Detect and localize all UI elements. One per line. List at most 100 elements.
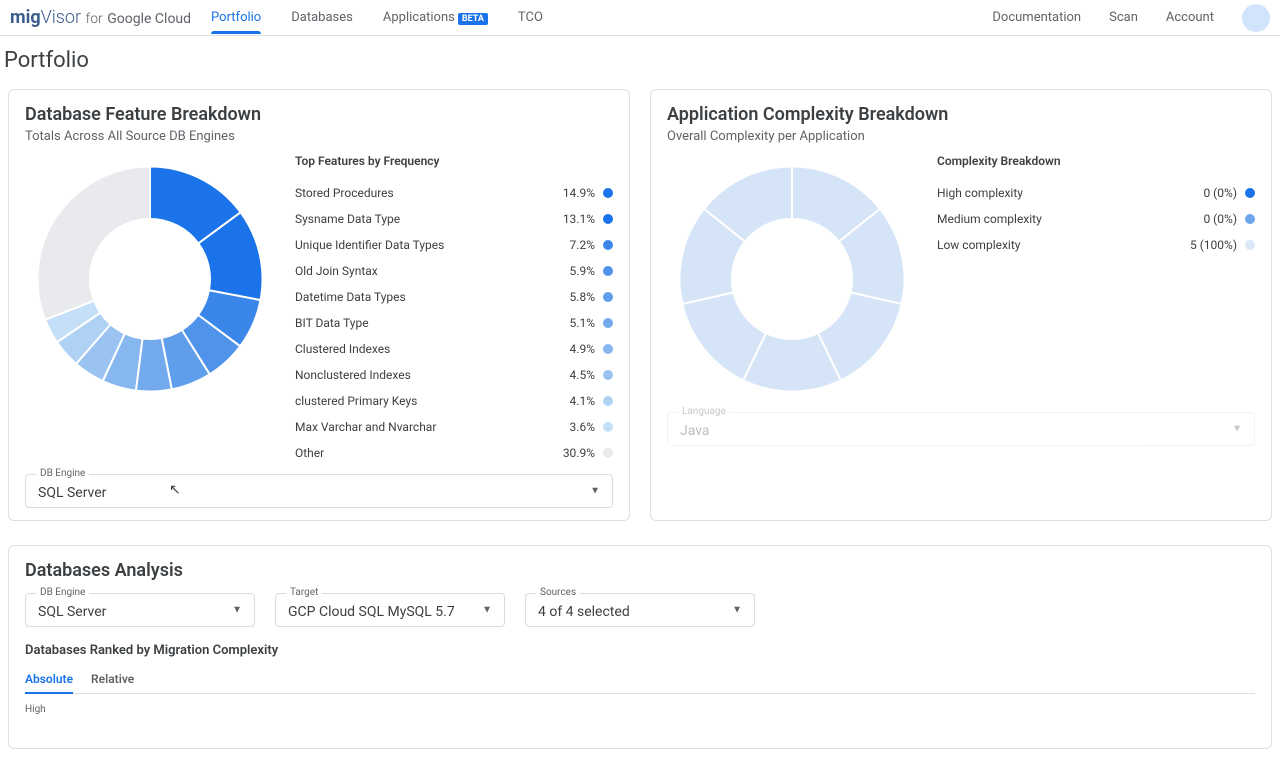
top-nav: migVisor for Google Cloud Portfolio Data…	[0, 0, 1280, 36]
tab-relative[interactable]: Relative	[91, 666, 134, 693]
filter-value: SQL Server	[38, 604, 106, 620]
logo-google: Google Cloud	[107, 11, 191, 27]
logo-mig: mig	[10, 7, 41, 28]
nav-items: Portfolio Databases ApplicationsBETA TCO	[211, 2, 543, 33]
ranked-title: Databases Ranked by Migration Complexity	[25, 643, 1255, 658]
page-title: Portfolio	[4, 48, 1272, 73]
legend-dot	[1245, 188, 1255, 198]
nav-applications-label: Applications	[383, 10, 455, 25]
legend-label: clustered Primary Keys	[295, 394, 570, 408]
complexity-legend: Complexity Breakdown High complexity0 (0…	[937, 154, 1255, 404]
legend-label: Other	[295, 446, 563, 460]
legend-label: High complexity	[937, 186, 1203, 200]
legend-pct: 4.9%	[570, 342, 595, 356]
feature-donut-svg	[25, 154, 275, 404]
tab-absolute[interactable]: Absolute	[25, 666, 73, 694]
legend-label: Datetime Data Types	[295, 290, 570, 304]
legend-label: Low complexity	[937, 238, 1190, 252]
select-label: DB Engine	[36, 468, 89, 479]
chevron-down-icon: ▼	[482, 605, 492, 616]
legend-label: Old Join Syntax	[295, 264, 570, 278]
complexity-donut	[667, 154, 917, 404]
legend-label: Sysname Data Type	[295, 212, 563, 226]
filter-target[interactable]: Target GCP Cloud SQL MySQL 5.7 ▼	[275, 593, 505, 627]
legend-row: Unique Identifier Data Types7.2%	[295, 232, 613, 258]
legend-label: Clustered Indexes	[295, 342, 570, 356]
complexity-legend-title: Complexity Breakdown	[937, 154, 1255, 168]
legend-pct: 5.9%	[570, 264, 595, 278]
legend-pct: 30.9%	[563, 446, 595, 460]
feature-card-title: Database Feature Breakdown	[25, 104, 613, 125]
select-label: Language	[678, 406, 730, 417]
beta-badge: BETA	[458, 13, 488, 25]
chevron-down-icon: ▼	[732, 605, 742, 616]
select-value: SQL Server	[38, 485, 106, 501]
filter-engine[interactable]: DB Engine SQL Server ▼	[25, 593, 255, 627]
logo-for: for	[86, 11, 103, 27]
legend-pct: 0 (0%)	[1203, 212, 1237, 226]
legend-row: Other30.9%	[295, 440, 613, 466]
nav-databases[interactable]: Databases	[291, 2, 353, 33]
legend-label: BIT Data Type	[295, 316, 570, 330]
complexity-card: Application Complexity Breakdown Overall…	[650, 89, 1272, 521]
nav-account[interactable]: Account	[1166, 10, 1214, 25]
legend-row: Sysname Data Type13.1%	[295, 206, 613, 232]
legend-dot	[1245, 214, 1255, 224]
filter-value: 4 of 4 selected	[538, 604, 630, 620]
nav-tco[interactable]: TCO	[518, 2, 543, 33]
legend-dot	[603, 292, 613, 302]
feature-legend: Top Features by Frequency Stored Procedu…	[295, 154, 613, 466]
filters-row: DB Engine SQL Server ▼ Target GCP Cloud …	[25, 593, 1255, 627]
legend-dot	[603, 214, 613, 224]
legend-dot	[603, 344, 613, 354]
legend-pct: 4.5%	[570, 368, 595, 382]
chevron-down-icon: ▼	[1232, 424, 1242, 435]
complexity-card-title: Application Complexity Breakdown	[667, 104, 1255, 125]
filter-value: GCP Cloud SQL MySQL 5.7	[288, 604, 455, 620]
tabs: Absolute Relative	[25, 666, 1255, 694]
filter-sources[interactable]: Sources 4 of 4 selected ▼	[525, 593, 755, 627]
legend-pct: 5.8%	[570, 290, 595, 304]
legend-label: Max Varchar and Nvarchar	[295, 420, 570, 434]
legend-pct: 5.1%	[570, 316, 595, 330]
legend-pct: 14.9%	[563, 186, 595, 200]
legend-label: Stored Procedures	[295, 186, 563, 200]
legend-row: Low complexity5 (100%)	[937, 232, 1255, 258]
nav-documentation[interactable]: Documentation	[992, 10, 1081, 25]
page: Portfolio Database Feature Breakdown Tot…	[0, 36, 1280, 761]
legend-row: Clustered Indexes4.9%	[295, 336, 613, 362]
nav-portfolio[interactable]: Portfolio	[211, 2, 261, 33]
nav-applications[interactable]: ApplicationsBETA	[383, 2, 488, 33]
legend-row: Max Varchar and Nvarchar3.6%	[295, 414, 613, 440]
legend-pct: 4.1%	[570, 394, 595, 408]
filter-label: Target	[286, 587, 322, 598]
chevron-down-icon: ▼	[232, 605, 242, 616]
legend-dot	[603, 318, 613, 328]
analysis-title: Databases Analysis	[25, 560, 1255, 581]
complexity-donut-svg	[667, 154, 917, 404]
legend-pct: 7.2%	[570, 238, 595, 252]
cards-row: Database Feature Breakdown Totals Across…	[8, 89, 1272, 521]
complexity-language-select[interactable]: Language Java ▼	[667, 412, 1255, 446]
avatar[interactable]	[1242, 4, 1270, 32]
feature-donut	[25, 154, 275, 404]
legend-dot	[603, 396, 613, 406]
legend-pct: 3.6%	[570, 420, 595, 434]
legend-row: clustered Primary Keys4.1%	[295, 388, 613, 414]
analysis-section: Databases Analysis DB Engine SQL Server …	[8, 545, 1272, 749]
legend-dot	[603, 240, 613, 250]
filter-label: Sources	[536, 587, 580, 598]
legend-label: Unique Identifier Data Types	[295, 238, 570, 252]
legend-row: BIT Data Type5.1%	[295, 310, 613, 336]
legend-dot	[603, 370, 613, 380]
legend-dot	[603, 266, 613, 276]
nav-scan[interactable]: Scan	[1109, 10, 1138, 25]
legend-dot	[603, 422, 613, 432]
legend-pct: 0 (0%)	[1203, 186, 1237, 200]
feature-engine-select[interactable]: DB Engine SQL Server ▼	[25, 474, 613, 508]
legend-label: Nonclustered Indexes	[295, 368, 570, 382]
legend-dot	[603, 448, 613, 458]
legend-pct: 13.1%	[563, 212, 595, 226]
legend-label: Medium complexity	[937, 212, 1203, 226]
nav-right: Documentation Scan Account	[992, 4, 1270, 32]
